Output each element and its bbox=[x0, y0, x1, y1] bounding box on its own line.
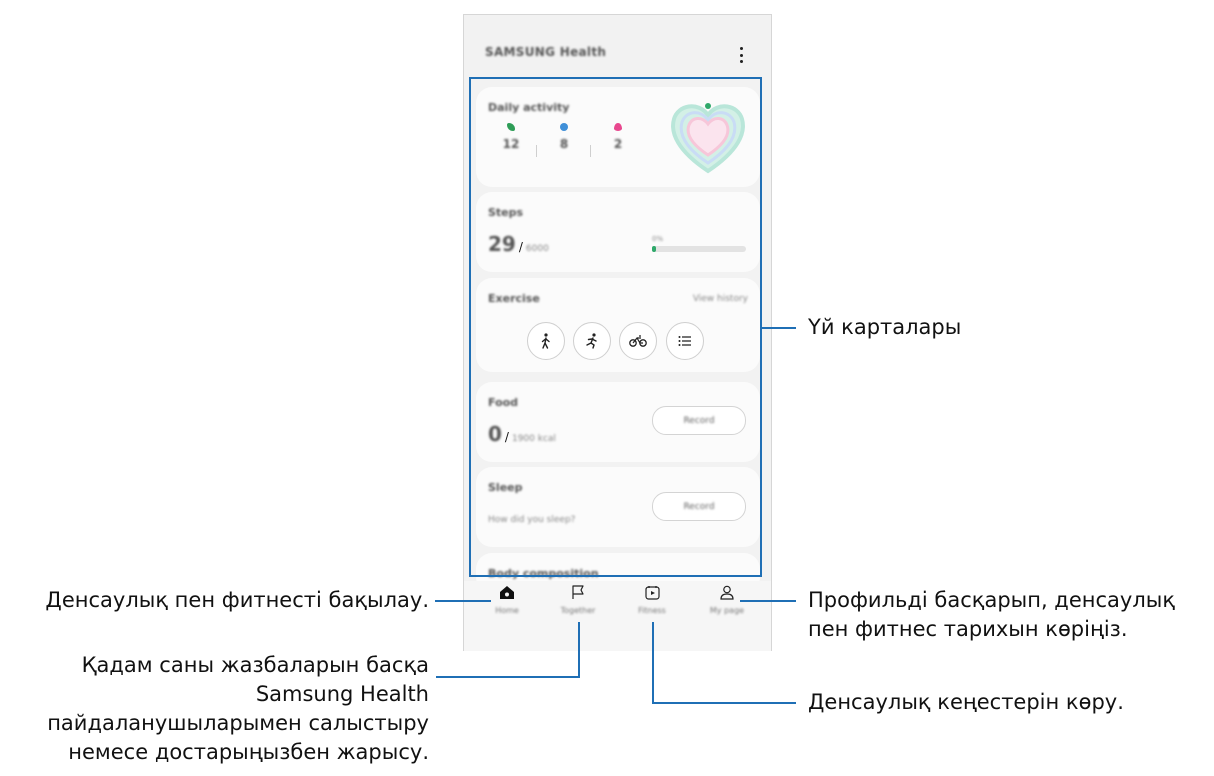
bottom-navigation: Home Together Fitness My page bbox=[464, 581, 771, 651]
nav-fitness-label: Fitness bbox=[638, 606, 666, 615]
callout-together-line-2: Samsung Health bbox=[255, 682, 429, 706]
flag-icon bbox=[572, 585, 584, 599]
callout-together-line-4: немесе достарыңызбен жарысу. bbox=[68, 740, 429, 764]
callout-line-home-cards bbox=[762, 327, 796, 329]
play-icon bbox=[644, 586, 660, 600]
profile-icon bbox=[720, 585, 734, 600]
more-vertical-icon[interactable] bbox=[736, 45, 746, 65]
nav-home-label: Home bbox=[495, 606, 519, 615]
callout-profile: Профильді басқарып, денсаулық пен фитнес… bbox=[808, 586, 1175, 644]
nav-together[interactable]: Together bbox=[548, 585, 608, 615]
callout-tips: Денсаулық кеңестерін көру. bbox=[808, 690, 1124, 714]
callout-profile-line-2: пен фитнес тарихын көріңіз. bbox=[808, 617, 1128, 641]
nav-fitness[interactable]: Fitness bbox=[622, 585, 682, 615]
callout-together: Қадам саны жазбаларын басқа Samsung Heal… bbox=[47, 651, 429, 767]
callout-line-together-v bbox=[578, 622, 580, 678]
callout-track-health: Денсаулық пен фитнесті бақылау. bbox=[45, 588, 429, 612]
callout-line-track bbox=[435, 600, 491, 602]
callout-line-together-h bbox=[436, 676, 580, 678]
callout-line-tips-v bbox=[652, 622, 654, 704]
callout-home-cards: Үй карталары bbox=[808, 315, 962, 339]
app-title: SAMSUNG Health bbox=[485, 45, 607, 59]
nav-my-page-label: My page bbox=[709, 606, 745, 615]
nav-together-label: Together bbox=[560, 606, 596, 615]
home-icon bbox=[500, 586, 514, 599]
callout-together-line-3: пайдаланушыларымен салыстыру bbox=[47, 711, 429, 735]
callout-line-profile bbox=[740, 600, 796, 602]
home-cards-highlight bbox=[469, 77, 762, 577]
callout-profile-line-1: Профильді басқарып, денсаулық bbox=[808, 588, 1176, 612]
callout-together-line-1: Қадам саны жазбаларын басқа bbox=[81, 653, 429, 677]
callout-line-tips-h bbox=[652, 702, 796, 704]
